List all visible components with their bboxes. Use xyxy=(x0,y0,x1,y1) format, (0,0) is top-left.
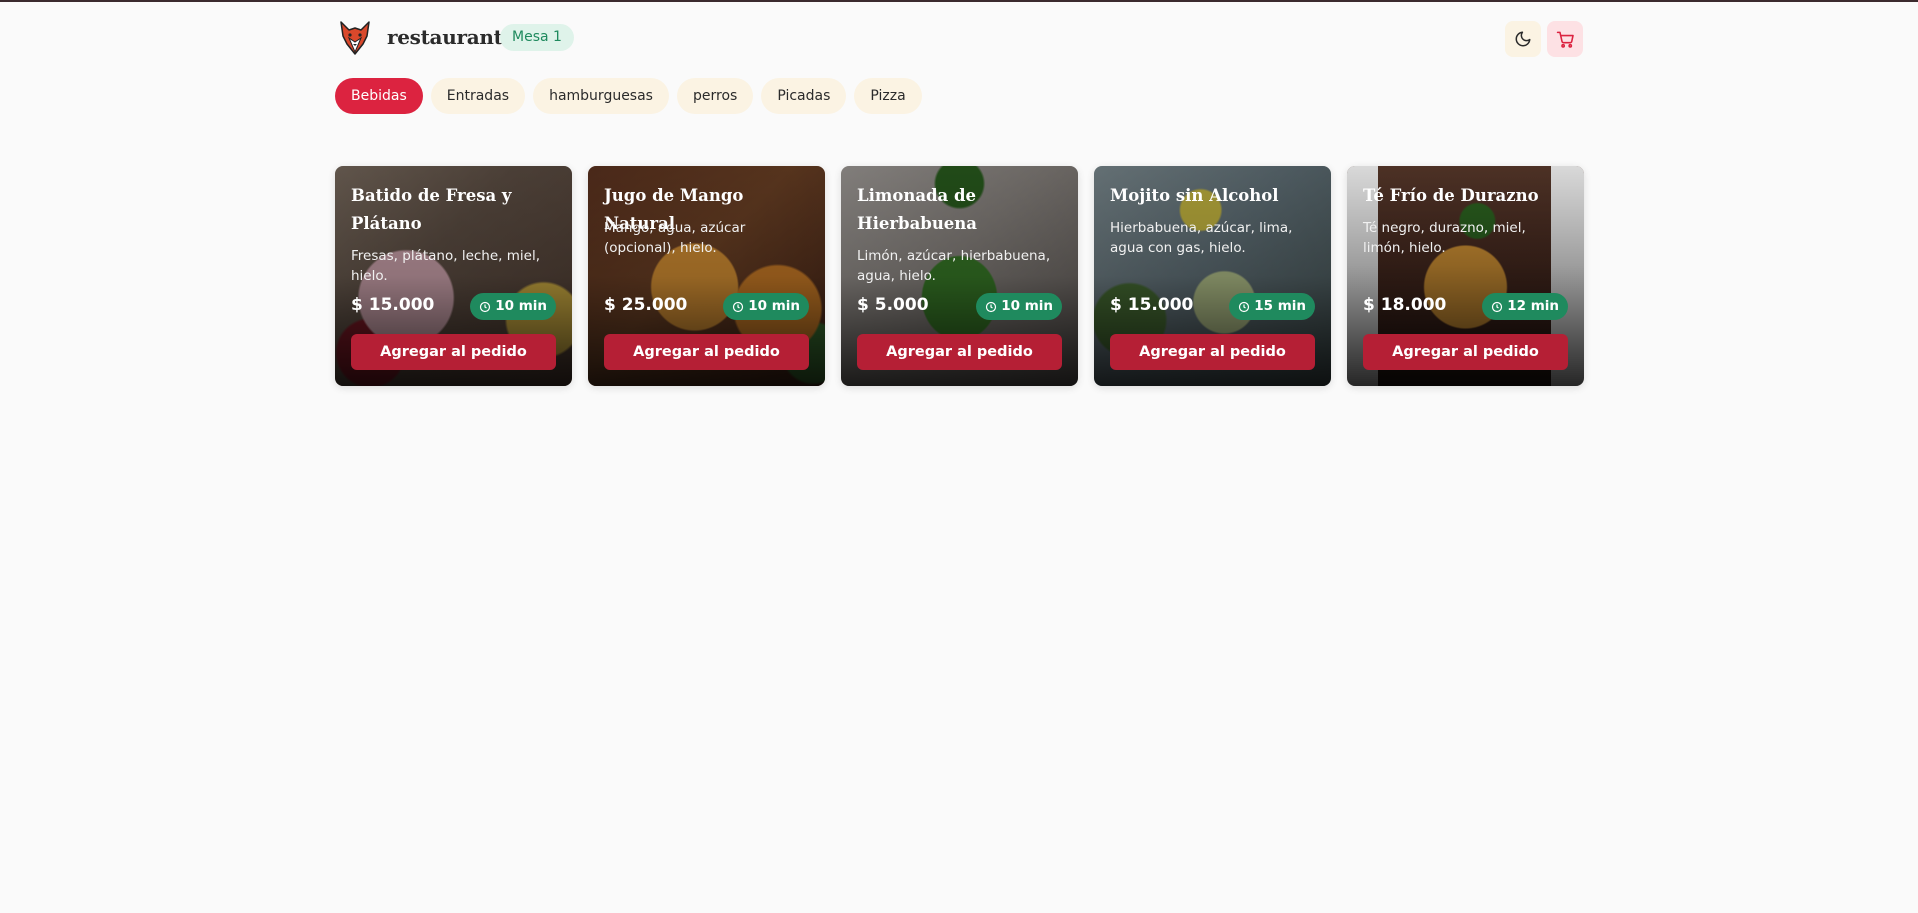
clock-icon xyxy=(480,301,491,312)
table-badge: Mesa 1 xyxy=(500,24,574,51)
product-price: $ 15.000 xyxy=(1110,295,1194,315)
time-badge: 15 min xyxy=(1229,293,1315,320)
time-label: 10 min xyxy=(495,298,547,314)
tab-bebidas[interactable]: Bebidas xyxy=(335,78,423,114)
product-description: Hierbabuena, azúcar, lima, agua con gas,… xyxy=(1110,220,1293,256)
product-description: Fresas, plátano, leche, miel, hielo. xyxy=(351,248,540,284)
app-header: restaurant Mesa 1 xyxy=(335,18,1583,58)
product-price: $ 5.000 xyxy=(857,295,929,315)
time-label: 10 min xyxy=(1001,298,1053,314)
time-label: 12 min xyxy=(1507,298,1559,314)
product-title: Limonada de Hierbabuena xyxy=(857,186,977,233)
product-description: Té negro, durazno, miel, limón, hielo. xyxy=(1363,220,1526,256)
time-badge: 10 min xyxy=(723,293,809,320)
product-title: Batido de Fresa y Plátano xyxy=(351,186,512,233)
add-to-order-button[interactable]: Agregar al pedido xyxy=(604,334,809,370)
moon-icon xyxy=(1515,31,1531,47)
time-badge: 10 min xyxy=(470,293,556,320)
clock-icon xyxy=(1239,301,1250,312)
product-price: $ 25.000 xyxy=(604,295,688,315)
product-card: Mojito sin Alcohol Hierbabuena, azúcar, … xyxy=(1094,166,1331,386)
time-badge: 12 min xyxy=(1482,293,1568,320)
category-tabs: Bebidas Entradas hamburguesas perros Pic… xyxy=(335,78,922,114)
tab-perros[interactable]: perros xyxy=(676,78,754,114)
add-to-order-button[interactable]: Agregar al pedido xyxy=(857,334,1062,370)
fox-logo-icon[interactable] xyxy=(337,18,373,58)
product-grid: Batido de Fresa y Plátano Fresas, plátan… xyxy=(335,166,1584,386)
tab-entradas[interactable]: Entradas xyxy=(430,78,526,114)
time-label: 10 min xyxy=(748,298,800,314)
tab-pizza[interactable]: Pizza xyxy=(854,78,922,114)
theme-toggle-button[interactable] xyxy=(1505,21,1541,57)
tab-picadas[interactable]: Picadas xyxy=(761,78,847,114)
brand-name[interactable]: restaurant xyxy=(387,25,503,49)
add-to-order-button[interactable]: Agregar al pedido xyxy=(1363,334,1568,370)
product-title: Té Frío de Durazno xyxy=(1363,186,1539,205)
product-description: Mango, agua, azúcar (opcional), hielo. xyxy=(604,220,746,256)
add-to-order-button[interactable]: Agregar al pedido xyxy=(351,334,556,370)
product-card: Batido de Fresa y Plátano Fresas, plátan… xyxy=(335,166,572,386)
time-badge: 10 min xyxy=(976,293,1062,320)
clock-icon xyxy=(1492,301,1503,312)
product-description: Limón, azúcar, hierbabuena, agua, hielo. xyxy=(857,248,1051,284)
clock-icon xyxy=(986,301,997,312)
clock-icon xyxy=(733,301,744,312)
product-price: $ 15.000 xyxy=(351,295,435,315)
cart-icon xyxy=(1556,31,1574,48)
add-to-order-button[interactable]: Agregar al pedido xyxy=(1110,334,1315,370)
product-price: $ 18.000 xyxy=(1363,295,1447,315)
top-border xyxy=(0,0,1918,2)
time-label: 15 min xyxy=(1254,298,1306,314)
product-card: Té Frío de Durazno Té negro, durazno, mi… xyxy=(1347,166,1584,386)
product-card: Limonada de Hierbabuena Limón, azúcar, h… xyxy=(841,166,1078,386)
product-card: Jugo de Mango Natural Mango, agua, azúca… xyxy=(588,166,825,386)
product-title: Mojito sin Alcohol xyxy=(1110,186,1279,205)
tab-hamburguesas[interactable]: hamburguesas xyxy=(533,78,669,114)
cart-button[interactable] xyxy=(1547,21,1583,57)
